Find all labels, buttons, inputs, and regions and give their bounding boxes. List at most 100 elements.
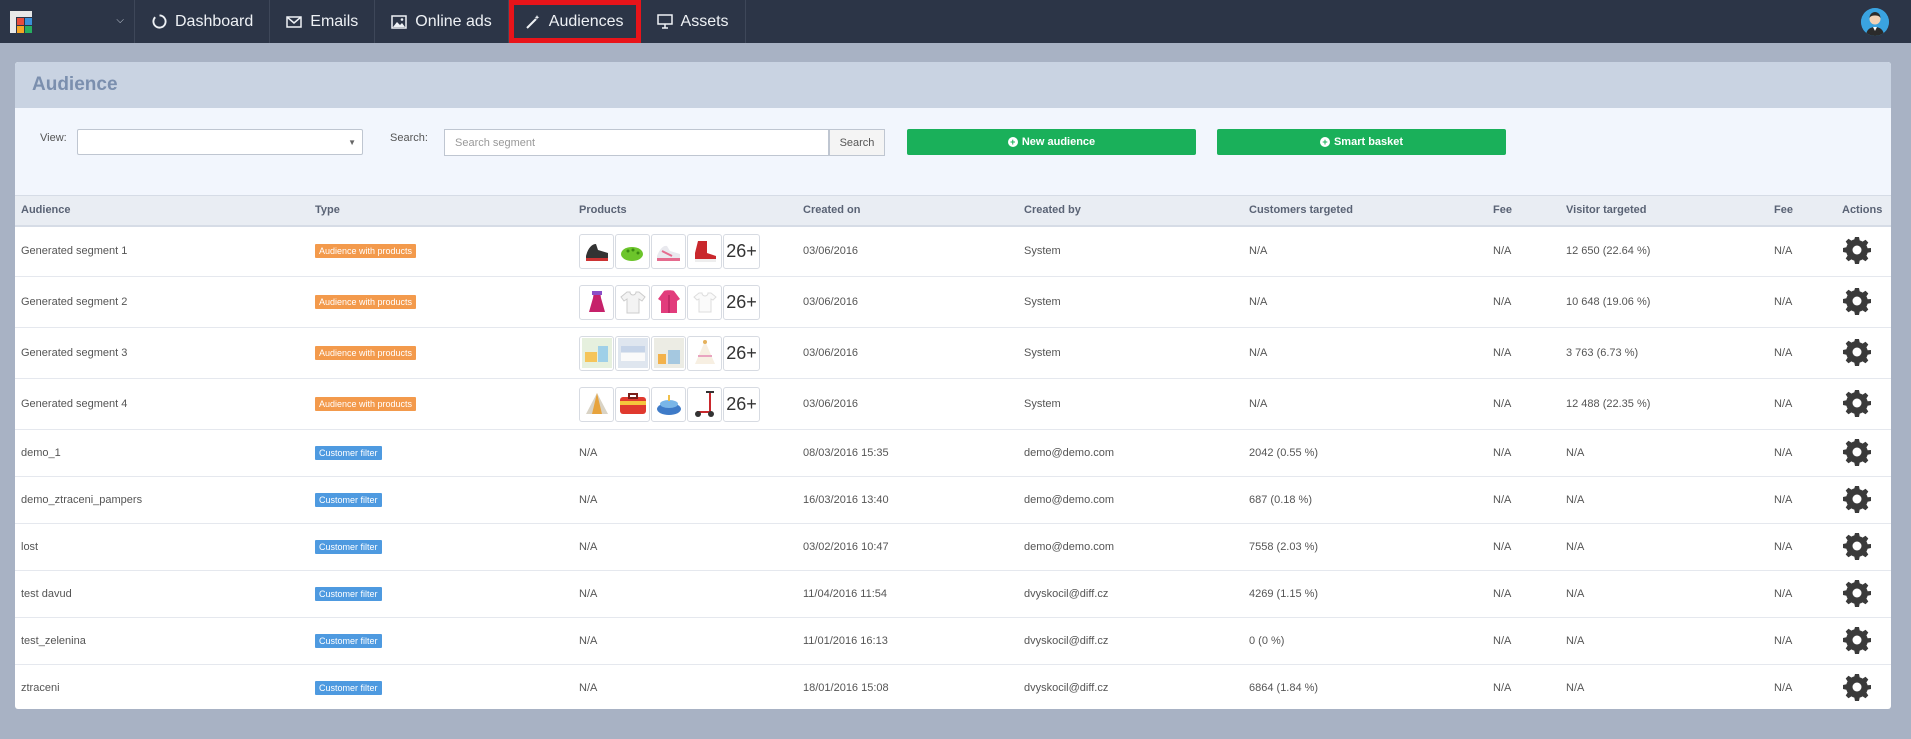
column-header[interactable]: Fee (1487, 196, 1560, 226)
caret-down-icon: ▼ (348, 138, 356, 147)
gear-icon[interactable] (1842, 625, 1872, 655)
table-row[interactable]: test davud Customer filter N/A 11/04/2016 1… (15, 570, 1891, 618)
cell-actions (1836, 225, 1891, 277)
product-tent-thumbnail[interactable] (579, 386, 614, 422)
column-header[interactable]: Customers targeted (1243, 196, 1487, 226)
product-suitcase-thumbnail[interactable] (615, 386, 650, 422)
column-header[interactable]: Visitor targeted (1560, 196, 1768, 226)
nav-item-audiences[interactable]: Audiences (508, 0, 641, 43)
table-row[interactable]: demo_ztraceni_pampers Customer filter N/A 1… (15, 476, 1891, 524)
cell-products: 26+ (573, 378, 797, 430)
app-logo-icon (10, 10, 32, 33)
cell-fee: N/A (1768, 276, 1836, 328)
product-shoe-thumbnail[interactable] (579, 233, 614, 269)
gear-icon[interactable] (1842, 437, 1872, 467)
cell-customers-targeted: 4269 (1.15 %) (1243, 570, 1487, 618)
audience-table: Audience Type Products Created on Create… (15, 195, 1891, 709)
product-canopy-thumbnail[interactable] (687, 335, 722, 371)
plus-circle-icon: + (1007, 137, 1018, 147)
more-products-count[interactable]: 26+ (723, 386, 760, 422)
cell-fee: N/A (1487, 327, 1560, 379)
gear-icon[interactable] (1842, 388, 1872, 418)
column-header[interactable]: Products (573, 196, 797, 226)
table-row[interactable]: ztraceni Customer filter N/A 18/01/2016 15:… (15, 664, 1891, 709)
cell-fee: N/A (1487, 429, 1560, 477)
product-nursery-thumbnail[interactable] (651, 335, 686, 371)
products-value: N/A (579, 635, 598, 647)
column-header[interactable]: Audience (15, 196, 309, 226)
cell-visitor-targeted: 12 650 (22.64 %) (1560, 225, 1768, 277)
column-header: Actions (1842, 204, 1883, 217)
product-shirt-thumbnail[interactable] (615, 284, 650, 320)
cell-customers-targeted: N/A (1243, 276, 1487, 328)
table-row[interactable]: Generated segment 4 Audience with product… (15, 378, 1891, 430)
cell-visitor-targeted: 3 763 (6.73 %) (1560, 327, 1768, 379)
products-value: N/A (579, 494, 598, 506)
cell-customers-targeted: 687 (0.18 %) (1243, 476, 1487, 524)
table-row[interactable]: demo_1 Customer filter N/A 08/03/2016 15:35… (15, 429, 1891, 477)
audience-panel: Audience View: ▼ Search: Search + New au… (15, 62, 1891, 709)
gear-icon[interactable] (1842, 286, 1872, 316)
more-products-count[interactable]: 26+ (723, 233, 760, 269)
cell-visitor-targeted: N/A (1560, 570, 1768, 618)
column-header[interactable]: Created on (797, 196, 1018, 226)
cell-actions (1836, 476, 1891, 524)
user-avatar[interactable] (1861, 8, 1889, 36)
circle-notch-icon (151, 14, 167, 30)
product-top-thumbnail[interactable] (687, 284, 722, 320)
product-bed-thumbnail[interactable] (615, 335, 650, 371)
cell-customers-targeted: N/A (1243, 225, 1487, 277)
search-input[interactable] (444, 129, 829, 156)
gear-icon[interactable] (1842, 337, 1872, 367)
column-header[interactable]: Created by (1018, 196, 1243, 226)
product-clog-thumbnail[interactable] (615, 233, 650, 269)
more-products-count[interactable]: 26+ (723, 335, 760, 371)
cell-type: Customer filter (309, 429, 573, 477)
cell-created-on: 18/01/2016 15:08 (797, 664, 1018, 709)
view-select[interactable]: ▼ (77, 129, 363, 155)
table-row[interactable]: lost Customer filter N/A 03/02/2016 10:47 de… (15, 523, 1891, 571)
cell-fee: N/A (1487, 617, 1560, 665)
more-products-count[interactable]: 26+ (723, 284, 760, 320)
nav-item-online-ads[interactable]: Online ads (375, 0, 509, 43)
gear-icon[interactable] (1842, 531, 1872, 561)
gear-icon[interactable] (1842, 235, 1872, 265)
product-cake-thumbnail[interactable] (651, 386, 686, 422)
nav-item-emails[interactable]: Emails (270, 0, 376, 43)
product-boot-thumbnail[interactable] (687, 233, 722, 269)
product-room-thumbnail[interactable] (579, 335, 614, 371)
gear-icon[interactable] (1842, 578, 1872, 608)
product-scooter-thumbnail[interactable] (687, 386, 722, 422)
table-row[interactable]: Generated segment 2 Audience with product… (15, 276, 1891, 328)
cell-type: Customer filter (309, 570, 573, 618)
product-dress-thumbnail[interactable] (579, 284, 614, 320)
page-title: Audience (32, 74, 118, 95)
cell-actions (1836, 664, 1891, 709)
smart-basket-button[interactable]: + Smart basket (1217, 129, 1506, 155)
column-header[interactable]: Fee (1768, 196, 1836, 226)
column-header[interactable]: Type (309, 196, 573, 226)
cell-type: Audience with products (309, 225, 573, 277)
search-button[interactable]: Search (829, 129, 885, 156)
cell-audience: Generated segment 2 (15, 276, 309, 328)
table-row[interactable]: Generated segment 1 Audience with product… (15, 225, 1891, 277)
cell-type: Audience with products (309, 276, 573, 328)
cell-created-by: System (1018, 378, 1243, 430)
gear-icon[interactable] (1842, 672, 1872, 702)
cell-customers-targeted: 7558 (2.03 %) (1243, 523, 1487, 571)
product-sneaker-thumbnail[interactable] (651, 233, 686, 269)
cell-fee: N/A (1768, 225, 1836, 277)
table-row[interactable]: Generated segment 3 Audience with product… (15, 327, 1891, 379)
table-row[interactable]: test_zelenina Customer filter N/A 11/01/201… (15, 617, 1891, 665)
cell-created-on: 03/06/2016 (797, 378, 1018, 430)
cell-audience: Generated segment 1 (15, 225, 309, 277)
cell-actions (1836, 276, 1891, 328)
cell-products: N/A (573, 570, 797, 618)
nav-item-assets[interactable]: Assets (641, 0, 746, 43)
app-menu-toggle[interactable]: ⌵ (0, 0, 135, 43)
new-audience-button[interactable]: + New audience (907, 129, 1196, 155)
gear-icon[interactable] (1842, 484, 1872, 514)
nav-item-dashboard[interactable]: Dashboard (135, 0, 271, 43)
product-jacket-thumbnail[interactable] (651, 284, 686, 320)
cell-fee: N/A (1487, 664, 1560, 709)
